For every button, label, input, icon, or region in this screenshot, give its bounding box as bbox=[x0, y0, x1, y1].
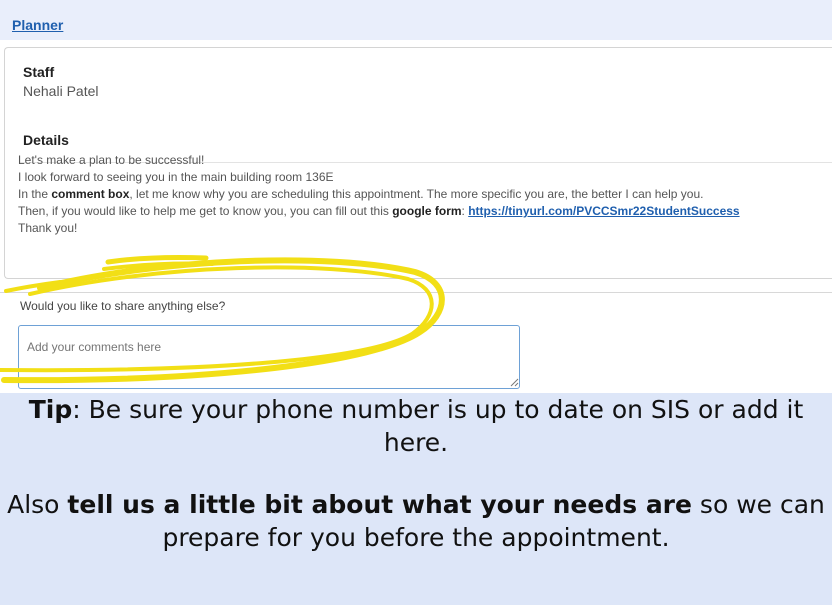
needs-emphasis: tell us a little bit about what your nee… bbox=[67, 490, 692, 519]
comment-textarea[interactable] bbox=[18, 325, 520, 389]
google-form-link[interactable]: https://tinyurl.com/PVCCSmr22StudentSucc… bbox=[468, 204, 739, 218]
details-line: I look forward to seeing you in the main… bbox=[18, 170, 334, 184]
details-line: Then, if you would like to help me get t… bbox=[18, 204, 740, 218]
resize-grip-icon[interactable] bbox=[509, 377, 519, 387]
tip-paragraph: Tip: Be sure your phone number is up to … bbox=[28, 395, 804, 457]
top-bar: Planner bbox=[0, 0, 832, 40]
staff-name: Nehali Patel bbox=[23, 83, 99, 99]
form-screenshot: Planner Staff Nehali Patel Details Let's… bbox=[0, 0, 832, 393]
details-line: Let's make a plan to be successful! bbox=[18, 153, 205, 167]
tip-callout: Tip: Be sure your phone number is up to … bbox=[0, 393, 832, 605]
share-question-label: Would you like to share anything else? bbox=[20, 299, 226, 313]
tip-label: Tip bbox=[28, 395, 73, 424]
details-body: Let's make a plan to be successful! I lo… bbox=[18, 152, 830, 237]
staff-heading: Staff bbox=[23, 64, 55, 80]
google-form-emphasis: google form bbox=[392, 204, 462, 218]
question-separator bbox=[0, 292, 832, 293]
comment-box-emphasis: comment box bbox=[51, 187, 130, 201]
details-line: Thank you! bbox=[18, 221, 78, 235]
details-line: In the comment box, let me know why you … bbox=[18, 187, 704, 201]
also-paragraph: Also tell us a little bit about what you… bbox=[7, 490, 825, 552]
details-heading: Details bbox=[23, 132, 69, 148]
planner-link[interactable]: Planner bbox=[12, 17, 63, 33]
